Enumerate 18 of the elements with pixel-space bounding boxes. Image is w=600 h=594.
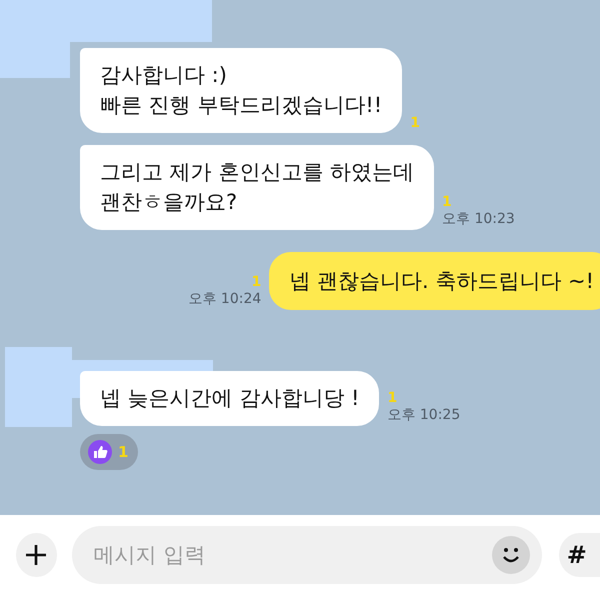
- message-time: 오후 10:23: [442, 210, 515, 228]
- thumbs-up-icon: [88, 440, 112, 464]
- message-bubble: 그리고 제가 혼인신고를 하였는데 괜찬ㅎ을까요?: [80, 144, 434, 230]
- plus-icon: [25, 544, 48, 566]
- message-bubble: 넵 괜찮습니다. 축하드립니다 ~!: [269, 252, 600, 310]
- message-time: 오후 10:24: [188, 290, 262, 308]
- add-button[interactable]: [16, 532, 57, 576]
- message-bubble: 넵 늦은시간에 감사합니당 !: [80, 371, 380, 426]
- unread-count: 1: [252, 274, 262, 290]
- emoji-button[interactable]: [492, 536, 530, 574]
- unread-count: 1: [387, 390, 398, 406]
- unread-count: 1: [410, 114, 420, 131]
- unread-count: 1: [442, 194, 452, 210]
- hashtag-button[interactable]: #: [558, 532, 600, 576]
- message-bubble: 감사합니다 :) 빠른 진행 부탁드리겠습니다!!: [80, 48, 402, 133]
- message-field[interactable]: 메시지 입력: [72, 526, 542, 584]
- message-input[interactable]: 메시지 입력: [92, 542, 492, 568]
- message-time: 오후 10:25: [387, 406, 460, 424]
